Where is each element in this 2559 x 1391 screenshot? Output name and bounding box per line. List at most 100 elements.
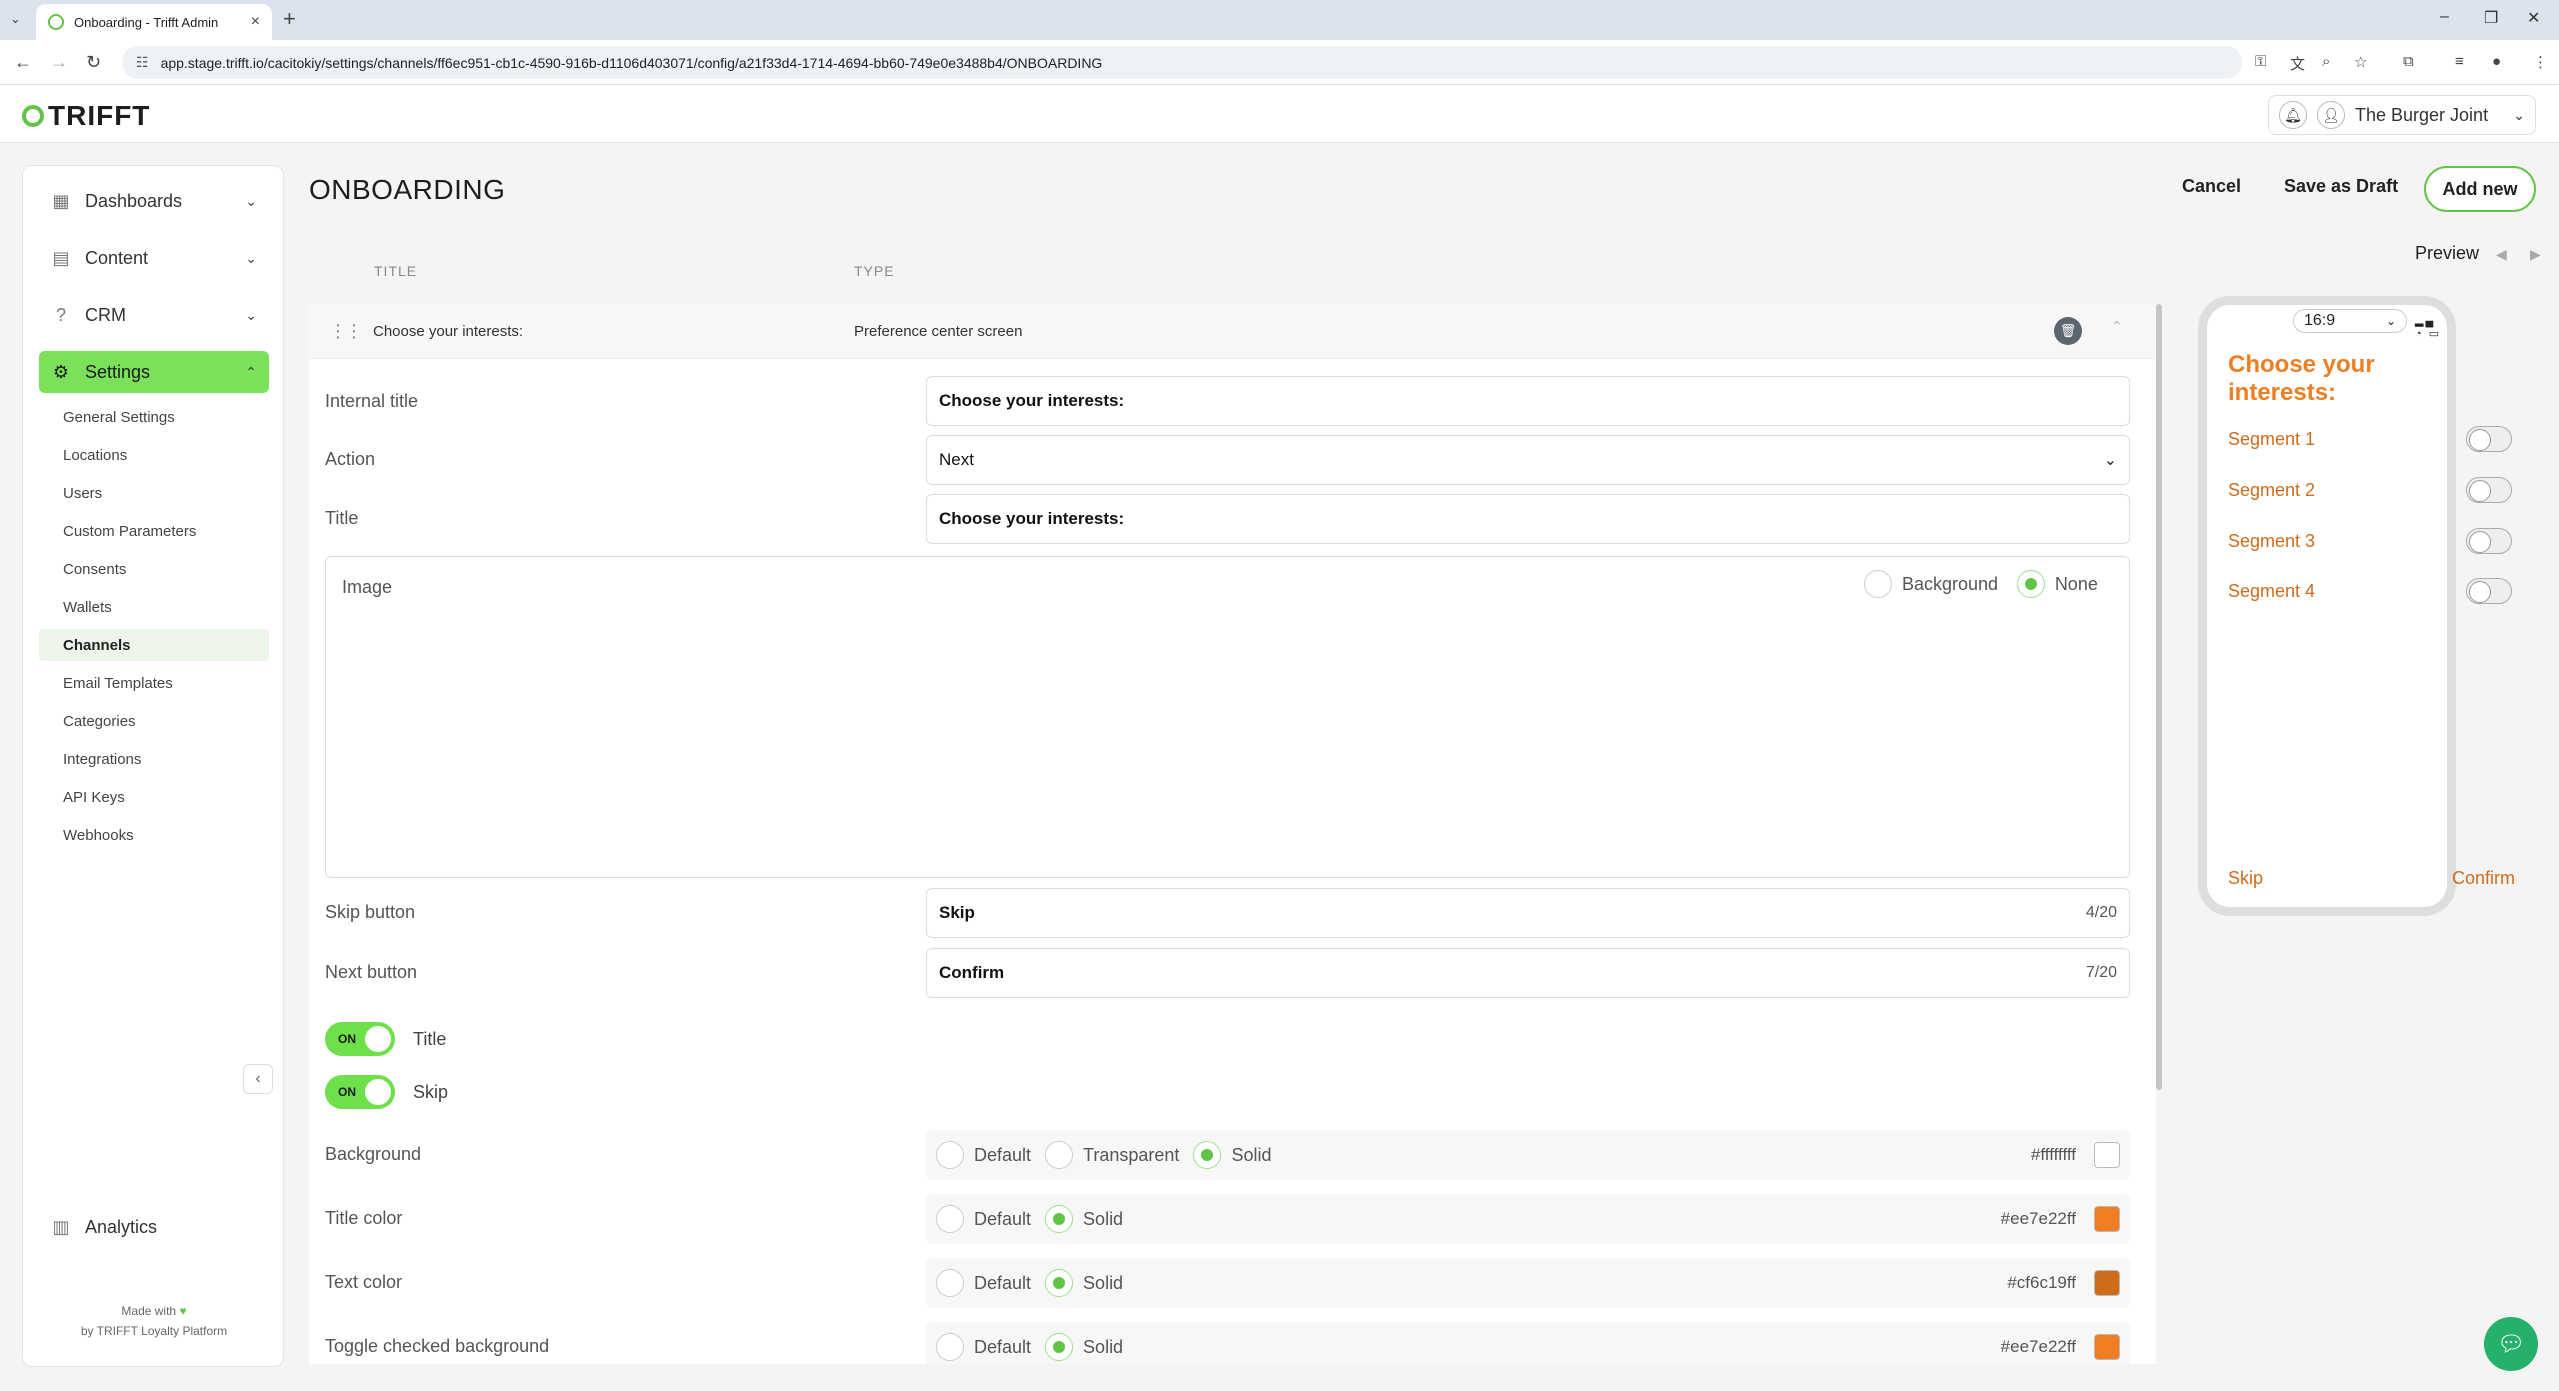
extensions-icon[interactable]: ⧉ (2403, 53, 2414, 70)
hex-value[interactable]: #cf6c19ff (2007, 1273, 2076, 1293)
bell-icon[interactable]: 🔔︎ (2279, 101, 2307, 129)
hex-value[interactable]: #ffffffff (2031, 1145, 2076, 1165)
collapse-sidebar-button[interactable]: ‹ (243, 1064, 273, 1094)
sidebar-sub-consents[interactable]: Consents (39, 553, 269, 585)
sidebar-sub-locations[interactable]: Locations (39, 439, 269, 471)
radio-none[interactable] (2016, 570, 2045, 598)
radio-solid[interactable] (1045, 1333, 1074, 1361)
sidebar-sub-categories[interactable]: Categories (39, 705, 269, 737)
color-swatch[interactable] (2094, 1334, 2120, 1360)
color-swatch[interactable] (2094, 1206, 2120, 1232)
browser-menu-icon[interactable]: ⋮ (2533, 53, 2548, 71)
preview-confirm-button[interactable]: Confirm (2452, 868, 2515, 889)
title-toggle-label: Title (413, 1029, 447, 1049)
bookmark-star-icon[interactable]: ☆ (2354, 53, 2367, 71)
hex-value[interactable]: #ee7e22ff (2001, 1337, 2076, 1357)
radio-solid[interactable] (1045, 1269, 1074, 1297)
account-switcher[interactable]: 🔔︎ 👤︎ The Burger Joint ⌄ (2268, 95, 2536, 135)
preview-skip-button[interactable]: Skip (2228, 868, 2263, 889)
restore-icon[interactable]: ❐ (2484, 8, 2498, 28)
sidebar-sub-channels[interactable]: Channels (39, 629, 269, 661)
radio-background[interactable] (1864, 570, 1892, 598)
forward-icon[interactable]: → (50, 52, 68, 73)
next-button-field[interactable]: Confirm 7/20 (926, 948, 2130, 998)
ratio-select[interactable]: 16:9 ⌄ (2293, 309, 2407, 333)
toggle-state: ON (338, 1032, 356, 1046)
sidebar-item-content[interactable]: ▤ Content ⌄ (39, 237, 269, 279)
sidebar-item-analytics[interactable]: ▥ Analytics (39, 1206, 269, 1248)
site-settings-icon[interactable]: ☷ (136, 54, 149, 71)
radio-transparent[interactable] (1045, 1141, 1074, 1169)
sidebar-sub-custom-parameters[interactable]: Custom Parameters (39, 515, 269, 547)
logo[interactable]: TRIFFT (22, 100, 150, 132)
trash-icon[interactable]: 🗑︎ (2054, 317, 2082, 345)
preview-next-icon[interactable]: ▶ (2530, 246, 2541, 263)
browser-tab[interactable]: Onboarding - Trifft Admin × (36, 4, 272, 40)
sidebar-sub-wallets[interactable]: Wallets (39, 591, 269, 623)
radio-solid[interactable] (1193, 1141, 1222, 1169)
color-swatch[interactable] (2094, 1270, 2120, 1296)
cancel-button[interactable]: Cancel (2182, 176, 2241, 197)
skip-toggle[interactable]: ON (325, 1075, 395, 1109)
scrollbar[interactable] (2156, 304, 2162, 1090)
sidebar-sub-email-templates[interactable]: Email Templates (39, 667, 269, 699)
title-field[interactable]: Choose your interests: (926, 494, 2130, 544)
sidebar-item-crm[interactable]: ? CRM ⌄ (39, 294, 269, 336)
sidebar-sub-webhooks[interactable]: Webhooks (39, 819, 269, 851)
made-with-text: Made with (121, 1304, 177, 1318)
account-name: The Burger Joint (2355, 104, 2489, 125)
reload-icon[interactable]: ↻ (86, 52, 101, 73)
radio-default[interactable] (936, 1205, 964, 1233)
gear-icon: ⚙ (52, 361, 70, 382)
radio-default[interactable] (936, 1269, 964, 1297)
sidebar-sub-integrations[interactable]: Integrations (39, 743, 269, 775)
sidebar-sub-users[interactable]: Users (39, 477, 269, 509)
radio-label: Default (974, 1208, 1032, 1229)
chevron-down-icon: ⌄ (2385, 314, 2396, 328)
title-toggle[interactable]: ON (325, 1022, 395, 1056)
preview-segment-toggle[interactable] (2466, 578, 2512, 604)
add-new-button[interactable]: Add new (2424, 166, 2536, 212)
radio-default[interactable] (936, 1141, 964, 1169)
preview-title: Choose your interests: (2228, 351, 2375, 406)
translate-icon[interactable]: 文 (2290, 53, 2305, 74)
internal-title-field[interactable]: Choose your interests: (926, 376, 2130, 426)
drag-handle-icon[interactable]: ⋮⋮ (329, 321, 363, 342)
radio-solid[interactable] (1045, 1205, 1074, 1233)
color-swatch[interactable] (2094, 1142, 2120, 1168)
back-icon[interactable]: ← (14, 52, 32, 73)
save-draft-button[interactable]: Save as Draft (2284, 176, 2398, 197)
hex-value[interactable]: #ee7e22ff (2001, 1209, 2076, 1229)
url-input[interactable]: ☷ app.stage.trifft.io/cacitokiy/settings… (122, 46, 2242, 79)
chat-icon[interactable]: 💬︎ (2484, 1317, 2538, 1371)
screen-row-title: Choose your interests: (373, 323, 524, 340)
sidebar-item-settings[interactable]: ⚙ Settings ⌃ (39, 351, 269, 393)
sidebar-sub-api-keys[interactable]: API Keys (39, 781, 269, 813)
preview-segment-toggle[interactable] (2466, 426, 2512, 452)
radio-default[interactable] (936, 1333, 964, 1361)
tab-search-icon[interactable]: ⌄ (10, 11, 21, 27)
new-tab-icon[interactable]: + (283, 6, 296, 32)
preview-segment-toggle[interactable] (2466, 477, 2512, 503)
chevron-up-icon[interactable]: ⌃ (2111, 318, 2123, 335)
background-color-label: Background (325, 1144, 422, 1164)
media-icon[interactable]: ≡ (2455, 53, 2464, 70)
sidebar-sub-general-settings[interactable]: General Settings (39, 401, 269, 433)
preview-prev-icon[interactable]: ◀ (2496, 246, 2507, 263)
action-select[interactable]: Next ⌄ (926, 435, 2130, 485)
screen-row-header[interactable]: ⋮⋮ Choose your interests: Preference cen… (309, 304, 2156, 359)
preview-segment-toggle[interactable] (2466, 528, 2512, 554)
favicon-icon (48, 14, 64, 30)
url-text: app.stage.trifft.io/cacitokiy/settings/c… (160, 54, 1103, 71)
password-key-icon[interactable]: ⚿ (2255, 53, 2266, 70)
content-icon: ▤ (52, 247, 70, 268)
minimize-icon[interactable]: – (2440, 8, 2449, 26)
status-bar-icons: ▂▄ ◔ ▭ (2415, 315, 2442, 340)
sidebar-item-dashboards[interactable]: ▦ Dashboards ⌄ (39, 180, 269, 222)
close-window-icon[interactable]: ✕ (2527, 8, 2540, 28)
profile-icon[interactable]: ● (2492, 53, 2501, 70)
zoom-icon[interactable]: ⌕ (2322, 53, 2330, 70)
skip-button-field[interactable]: Skip 4/20 (926, 888, 2130, 938)
user-icon[interactable]: 👤︎ (2317, 101, 2345, 129)
close-tab-icon[interactable]: × (251, 13, 260, 31)
